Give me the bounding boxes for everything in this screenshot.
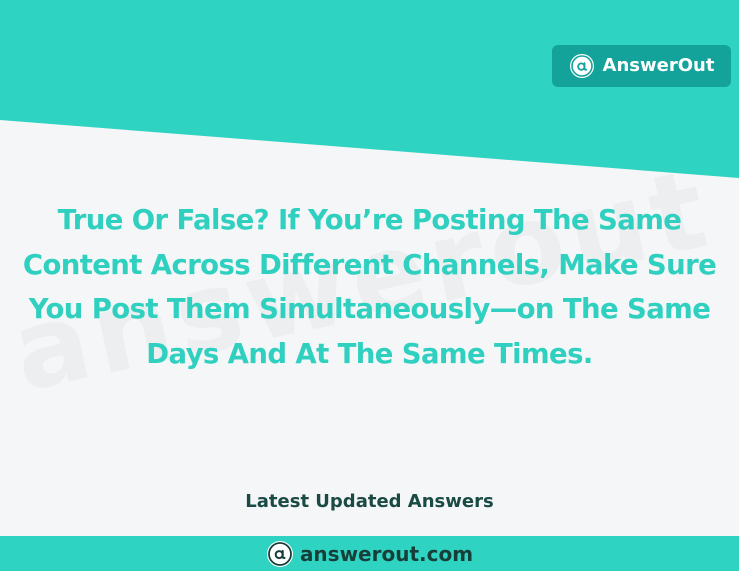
footer-domain: answerout.com [299, 541, 474, 566]
answerout-at-logo-icon [266, 540, 294, 568]
latest-updated-answers-heading: Latest Updated Answers [245, 491, 494, 512]
footer-bar[interactable]: answerout.com [0, 536, 739, 571]
answerout-at-logo-icon [569, 53, 595, 79]
brand-badge[interactable]: AnswerOut [552, 45, 731, 87]
question-title: True Or False? If You’re Posting The Sam… [22, 204, 717, 370]
brand-name: AnswerOut [602, 55, 715, 76]
